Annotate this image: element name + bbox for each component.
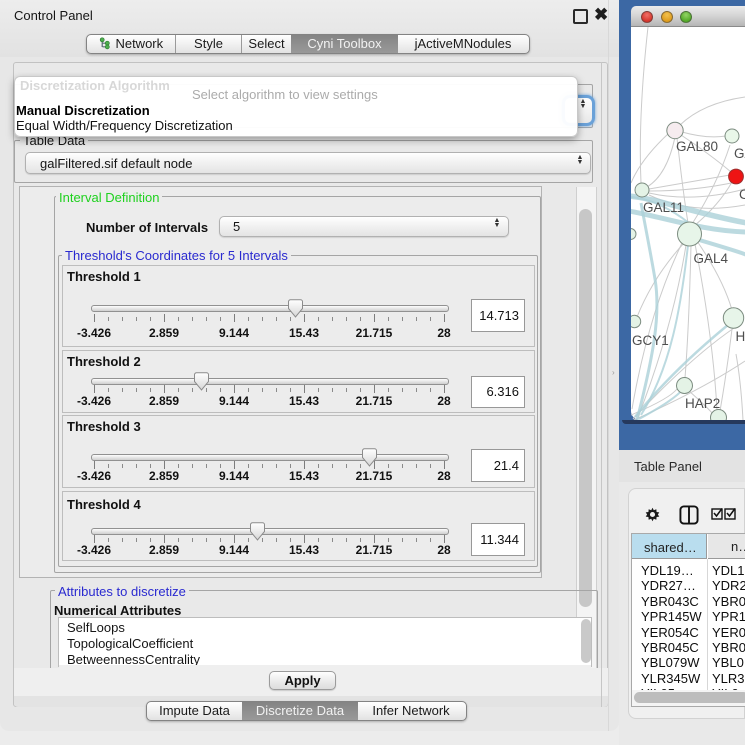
svg-text:GAL80: GAL80 <box>676 139 718 154</box>
svg-text:GAL4: GAL4 <box>694 251 729 266</box>
svg-text:GAL11: GAL11 <box>643 200 684 215</box>
svg-text:C: C <box>739 187 745 202</box>
svg-text:HI: HI <box>736 329 745 344</box>
svg-text:HAP2: HAP2 <box>685 396 720 411</box>
svg-text:GCY1: GCY1 <box>632 333 669 348</box>
svg-text:GAL: GAL <box>734 146 745 161</box>
